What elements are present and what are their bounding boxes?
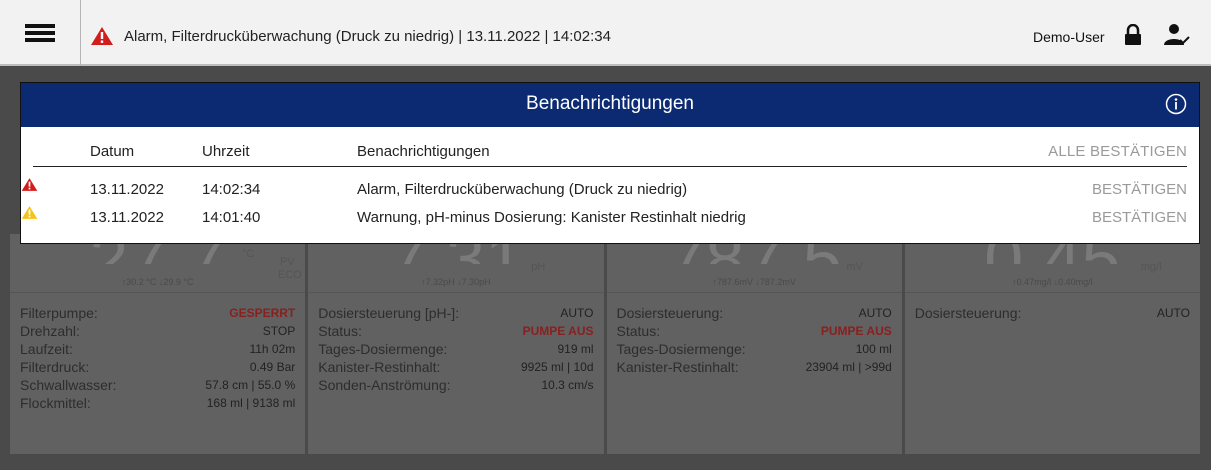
card-row: Drehzahl: STOP (20, 323, 296, 339)
dialog-title: Benachrichtigungen (526, 93, 694, 114)
card-row: Dosiersteuerung: AUTO (914, 305, 1190, 321)
alarm-triangle-icon (21, 178, 38, 191)
menu-icon (25, 21, 55, 45)
card-row: Filterpumpe: GESPERRT (20, 305, 296, 321)
card-unit: mV (846, 261, 864, 273)
notification-row: 13.11.2022 14:02:34 Alarm, Filterdrucküb… (21, 177, 1199, 203)
card-row: Status: PUMPE AUS (616, 323, 892, 339)
column-date: Datum (90, 143, 135, 160)
notification-message: Alarm, Filterdrucküberwachung (Druck zu … (357, 181, 688, 198)
card-unit: °C (242, 248, 255, 260)
dialog-header: Benachrichtigungen (21, 83, 1199, 127)
top-bar: Alarm, Filterdrucküberwachung (Druck zu … (0, 0, 1211, 66)
card-row: Kanister-Restinhalt: 9925 ml | 10d (318, 359, 594, 375)
card-row: Dosiersteuerung: AUTO (616, 305, 892, 321)
card-row: Kanister-Restinhalt: 23904 ml | >99d (616, 359, 892, 375)
card-minmax: ↑7.32pH ↓7.30pH (421, 277, 491, 287)
acknowledge-all-button[interactable]: ALLE BESTÄTIGEN (1048, 143, 1187, 160)
card-unit: pH (531, 261, 546, 273)
card-row: Flockmittel: 168 ml | 9138 ml (20, 395, 296, 411)
card-row: Dosiersteuerung [pH-]: AUTO (318, 305, 594, 321)
warning-triangle-icon (21, 206, 38, 219)
notification-date: 13.11.2022 (90, 209, 164, 226)
card-pv-label: PV (280, 256, 295, 268)
card-minmax: ↑0.47mg/l ↓0.40mg/l (1012, 277, 1093, 287)
notifications-dialog: Benachrichtigungen Datum Uhrzeit Benachr… (20, 82, 1200, 244)
notification-time: 14:02:34 (202, 181, 261, 198)
acknowledge-button[interactable]: BESTÄTIGEN (1092, 209, 1187, 226)
dashboard: 27.7 °C PV ECO ↑30.2 °C ↓29.9 °C Filterp… (10, 224, 1200, 454)
card-minmax: ↑30.2 °C ↓29.9 °C (121, 277, 194, 287)
notification-time: 14:01:40 (202, 209, 261, 226)
notification-row: 13.11.2022 14:01:40 Warnung, pH-minus Do… (21, 205, 1199, 231)
hamburger-menu-button[interactable] (0, 0, 81, 66)
acknowledge-button[interactable]: BESTÄTIGEN (1092, 181, 1187, 198)
header-divider (33, 166, 1187, 167)
user-check-icon[interactable] (1163, 23, 1191, 47)
card-row: Sonden-Anströmung: 10.3 cm/s (318, 377, 594, 393)
card-minmax: ↑787.6mV ↓787.2mV (712, 277, 796, 287)
column-message: Benachrichtigungen (357, 143, 490, 160)
redox-card: 787.5 mV ↑787.6mV ↓787.2mV Dosiersteueru… (606, 224, 902, 454)
card-unit: mg/l (1140, 261, 1162, 273)
card-row: Schwallwasser: 57.8 cm | 55.0 % (20, 377, 296, 393)
card-row: Filterdruck: 0.49 Bar (20, 359, 296, 375)
notification-message: Warnung, pH-minus Dosierung: Kanister Re… (357, 209, 746, 226)
ph-card: 7.31 pH ↑7.32pH ↓7.30pH Dosiersteuerung … (308, 224, 604, 454)
current-alarm-text[interactable]: Alarm, Filterdrucküberwachung (Druck zu … (124, 28, 611, 45)
alarm-triangle-icon (91, 27, 113, 45)
card-row: Tages-Dosiermenge: 100 ml (616, 341, 892, 357)
chlorine-card: 0.45 mg/l ↑0.47mg/l ↓0.40mg/l Dosiersteu… (904, 224, 1200, 454)
temperature-card: 27.7 °C PV ECO ↑30.2 °C ↓29.9 °C Filterp… (10, 224, 306, 454)
column-time: Uhrzeit (202, 143, 250, 160)
info-icon[interactable] (1165, 93, 1187, 115)
lock-icon[interactable] (1124, 24, 1142, 46)
user-name: Demo-User (1033, 29, 1105, 45)
card-row: Laufzeit: 11h 02m (20, 341, 296, 357)
card-row: Tages-Dosiermenge: 919 ml (318, 341, 594, 357)
notification-date: 13.11.2022 (90, 181, 164, 198)
card-row: Status: PUMPE AUS (318, 323, 594, 339)
table-header: Datum Uhrzeit Benachrichtigungen ALLE BE… (21, 127, 1199, 167)
